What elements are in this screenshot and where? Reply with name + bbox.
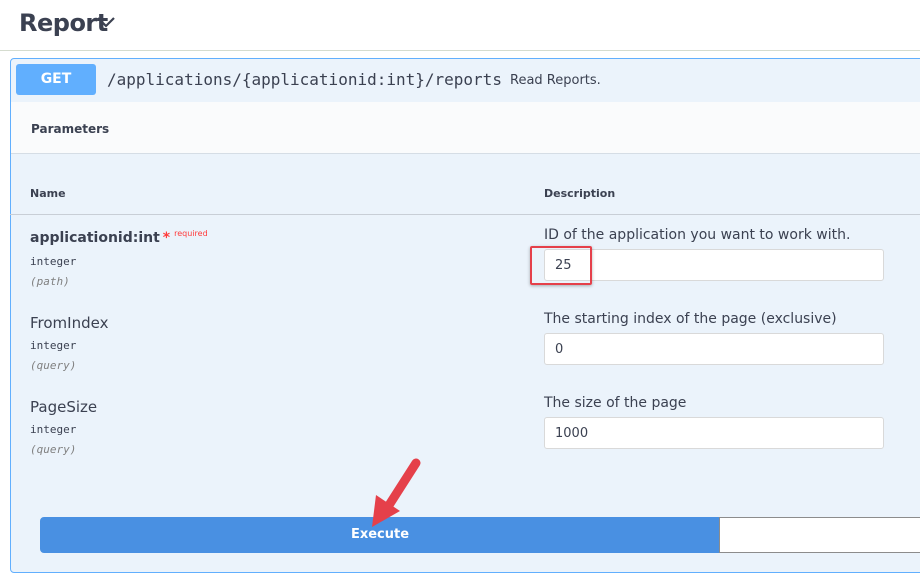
parameter-type: integer <box>30 339 77 352</box>
tag-title: Report <box>19 9 108 37</box>
annotation-highlight-box <box>530 246 592 285</box>
parameter-description: The size of the page <box>544 395 687 411</box>
parameter-location: (query) <box>30 359 77 372</box>
parameters-title: Parameters <box>31 122 110 136</box>
fromindex-input[interactable] <box>544 333 884 365</box>
required-label: required <box>174 229 208 238</box>
parameters-section-header: Parameters <box>11 102 920 154</box>
parameter-location: (path) <box>30 275 70 288</box>
required-star: * <box>162 230 171 246</box>
opblock-summary[interactable]: GET /applications/{applicationid:int}/re… <box>11 59 920 103</box>
tag-header[interactable]: Report <box>0 0 920 51</box>
chevron-down-icon[interactable] <box>96 15 116 29</box>
annotation-arrow-icon <box>372 458 421 527</box>
parameter-type: integer <box>30 423 77 436</box>
parameter-description: The starting index of the page (exclusiv… <box>544 311 837 327</box>
column-header-name: Name <box>30 187 66 200</box>
http-method-badge: GET <box>16 64 96 95</box>
header-divider <box>10 214 920 215</box>
applicationid-input[interactable] <box>544 249 884 281</box>
clear-button[interactable] <box>719 517 920 553</box>
parameter-description: ID of the application you want to work w… <box>544 227 851 243</box>
parameter-name: PageSize <box>30 398 98 416</box>
endpoint-summary: Read Reports. <box>510 73 601 88</box>
pagesize-input[interactable] <box>544 417 884 449</box>
endpoint-path: /applications/{applicationid:int}/report… <box>107 70 502 89</box>
parameter-type: integer <box>30 255 77 268</box>
parameter-name: applicationid:int * required <box>30 229 208 246</box>
parameter-location: (query) <box>30 443 77 456</box>
parameter-name: FromIndex <box>30 314 109 332</box>
parameter-name-text: applicationid:int <box>30 230 160 246</box>
column-header-description: Description <box>544 187 616 200</box>
